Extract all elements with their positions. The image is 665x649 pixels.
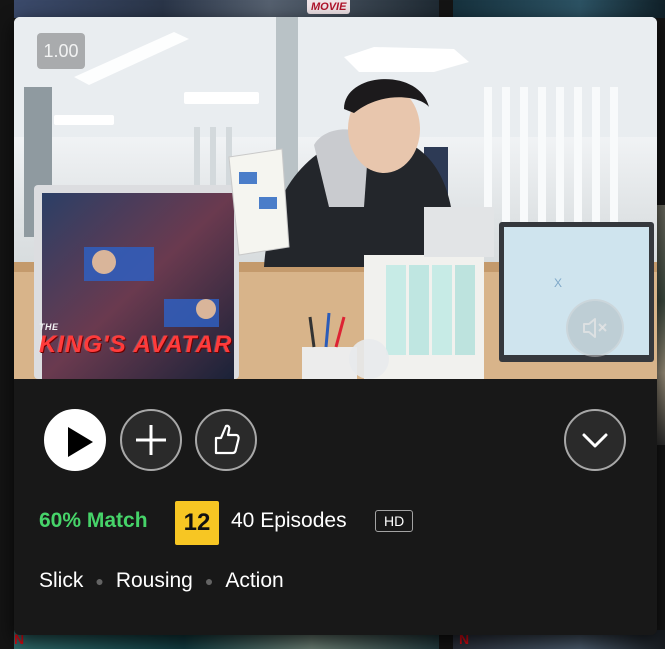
movie-badge: MOVIE — [307, 0, 351, 14]
title-preview-card: X 1.00 THE KING'S AVATAR 60% Match 12 40… — [14, 17, 657, 635]
genre-tag: Rousing — [115, 569, 193, 592]
maturity-rating-badge: 12 — [175, 501, 219, 545]
preview-controls — [44, 409, 627, 473]
rate-button[interactable] — [195, 409, 257, 471]
genre-separator: ● — [204, 573, 214, 589]
plus-icon — [136, 425, 166, 455]
background-title-tile-right[interactable] — [657, 205, 665, 445]
genre-tag: Action — [225, 569, 284, 592]
title-metadata: 60% Match 12 40 Episodes HD — [39, 501, 639, 545]
thumbs-up-icon — [214, 424, 240, 455]
playback-speed-badge: 1.00 — [37, 33, 85, 69]
video-preview[interactable]: X 1.00 THE KING'S AVATAR — [14, 17, 657, 379]
speaker-muted-icon — [583, 318, 607, 338]
background-title-tile-top-left[interactable]: MOVIE — [14, 0, 439, 18]
play-icon — [68, 427, 93, 457]
title-logo-text: KING'S AVATAR — [39, 331, 233, 358]
svg-text:X: X — [554, 276, 562, 290]
more-info-button[interactable] — [564, 409, 626, 471]
add-to-my-list-button[interactable] — [120, 409, 182, 471]
match-score: 60% Match — [39, 509, 148, 532]
background-title-tile-top-right[interactable] — [453, 0, 665, 18]
genre-tags: Slick ● Rousing ● Action — [39, 567, 639, 595]
genre-separator: ● — [95, 573, 104, 589]
mute-toggle-button[interactable] — [566, 299, 624, 357]
play-button[interactable] — [44, 409, 106, 471]
chevron-down-icon — [582, 433, 608, 448]
genre-tag: Slick — [39, 569, 84, 592]
hd-badge: HD — [375, 510, 414, 532]
title-logo: THE KING'S AVATAR — [39, 322, 299, 362]
episode-count: 40 Episodes — [231, 509, 347, 532]
